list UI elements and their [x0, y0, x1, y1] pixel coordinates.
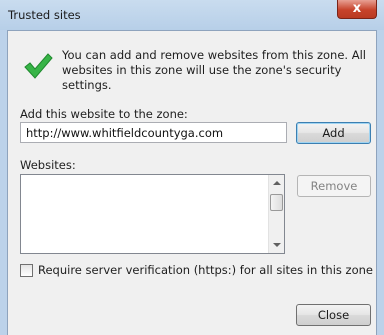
scroll-down-icon[interactable] — [273, 243, 281, 247]
websites-label: Websites: — [20, 158, 76, 172]
title-bar: Trusted sites x — [0, 0, 384, 30]
close-button[interactable]: Close — [296, 304, 371, 326]
websites-scrollbar[interactable] — [268, 175, 284, 253]
add-site-label: Add this website to the zone: — [20, 107, 188, 121]
window-title: Trusted sites — [8, 8, 81, 22]
remove-button[interactable]: Remove — [297, 175, 371, 197]
websites-list[interactable] — [20, 174, 285, 254]
dialog-body: You can add and remove websites from thi… — [7, 30, 377, 335]
scroll-thumb[interactable] — [270, 194, 283, 211]
intro-text: You can add and remove websites from thi… — [62, 48, 366, 92]
add-button[interactable]: Add — [296, 122, 371, 144]
https-verification-label: Require server verification (https:) for… — [38, 263, 373, 277]
window-close-button[interactable]: x — [337, 0, 377, 19]
website-url-input[interactable] — [20, 122, 287, 143]
scroll-up-icon[interactable] — [273, 181, 281, 185]
https-verification-checkbox[interactable] — [20, 264, 33, 277]
checkmark-icon — [24, 53, 53, 79]
